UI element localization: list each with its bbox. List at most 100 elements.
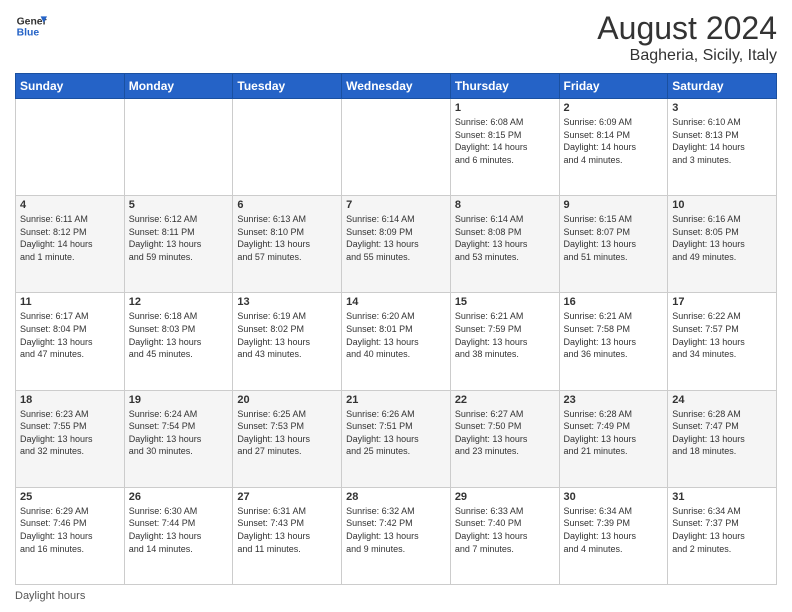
- calendar-cell: 29 Sunrise: 6:33 AM Sunset: 7:40 PM Dayli…: [450, 487, 559, 584]
- day-number: 22: [455, 394, 555, 406]
- day-info: Sunrise: 6:11 AM Sunset: 8:12 PM Dayligh…: [20, 213, 120, 263]
- calendar-cell: 25 Sunrise: 6:29 AM Sunset: 7:46 PM Dayli…: [16, 487, 125, 584]
- footer-note: Daylight hours: [15, 590, 777, 602]
- day-number: 24: [672, 394, 772, 406]
- day-info: Sunrise: 6:23 AM Sunset: 7:55 PM Dayligh…: [20, 408, 120, 458]
- day-info: Sunrise: 6:21 AM Sunset: 7:58 PM Dayligh…: [564, 310, 664, 360]
- logo-icon: General Blue: [15, 10, 47, 42]
- day-number: 8: [455, 199, 555, 211]
- calendar-cell: 3 Sunrise: 6:10 AM Sunset: 8:13 PM Daylig…: [668, 99, 777, 196]
- calendar-cell: 8 Sunrise: 6:14 AM Sunset: 8:08 PM Daylig…: [450, 196, 559, 293]
- day-info: Sunrise: 6:17 AM Sunset: 8:04 PM Dayligh…: [20, 310, 120, 360]
- calendar-cell: 15 Sunrise: 6:21 AM Sunset: 7:59 PM Dayli…: [450, 293, 559, 390]
- calendar-cell: 9 Sunrise: 6:15 AM Sunset: 8:07 PM Daylig…: [559, 196, 668, 293]
- day-number: 1: [455, 102, 555, 114]
- day-info: Sunrise: 6:31 AM Sunset: 7:43 PM Dayligh…: [237, 505, 337, 555]
- day-number: 27: [237, 491, 337, 503]
- calendar-cell: [342, 99, 451, 196]
- calendar-day-header: Wednesday: [342, 74, 451, 99]
- day-info: Sunrise: 6:30 AM Sunset: 7:44 PM Dayligh…: [129, 505, 229, 555]
- calendar-cell: [124, 99, 233, 196]
- day-number: 6: [237, 199, 337, 211]
- logo: General Blue: [15, 10, 47, 42]
- calendar-cell: 18 Sunrise: 6:23 AM Sunset: 7:55 PM Dayli…: [16, 390, 125, 487]
- page-subtitle: Bagheria, Sicily, Italy: [597, 47, 777, 65]
- day-info: Sunrise: 6:15 AM Sunset: 8:07 PM Dayligh…: [564, 213, 664, 263]
- calendar-cell: 21Sunrise: 6:26 AM Sunset: 7:51 PM Dayli…: [342, 390, 451, 487]
- title-block: August 2024 Bagheria, Sicily, Italy: [597, 10, 777, 65]
- page: General Blue August 2024 Bagheria, Sicil…: [0, 0, 792, 612]
- day-number: 5: [129, 199, 229, 211]
- calendar-day-header: Thursday: [450, 74, 559, 99]
- day-number: 7: [346, 199, 446, 211]
- day-info: Sunrise: 6:29 AM Sunset: 7:46 PM Dayligh…: [20, 505, 120, 555]
- day-number: 18: [20, 394, 120, 406]
- day-number: 28: [346, 491, 446, 503]
- calendar-cell: 1Sunrise: 6:08 AM Sunset: 8:15 PM Daylig…: [450, 99, 559, 196]
- day-number: 13: [237, 296, 337, 308]
- calendar-week-row: 11Sunrise: 6:17 AM Sunset: 8:04 PM Dayli…: [16, 293, 777, 390]
- day-info: Sunrise: 6:21 AM Sunset: 7:59 PM Dayligh…: [455, 310, 555, 360]
- day-info: Sunrise: 6:25 AM Sunset: 7:53 PM Dayligh…: [237, 408, 337, 458]
- calendar-header-row: SundayMondayTuesdayWednesdayThursdayFrid…: [16, 74, 777, 99]
- calendar-cell: 26 Sunrise: 6:30 AM Sunset: 7:44 PM Dayli…: [124, 487, 233, 584]
- calendar-cell: 16 Sunrise: 6:21 AM Sunset: 7:58 PM Dayli…: [559, 293, 668, 390]
- day-number: 12: [129, 296, 229, 308]
- day-info: Sunrise: 6:12 AM Sunset: 8:11 PM Dayligh…: [129, 213, 229, 263]
- day-info: Sunrise: 6:13 AM Sunset: 8:10 PM Dayligh…: [237, 213, 337, 263]
- day-number: 10: [672, 199, 772, 211]
- calendar-week-row: 1Sunrise: 6:08 AM Sunset: 8:15 PM Daylig…: [16, 99, 777, 196]
- day-info: Sunrise: 6:10 AM Sunset: 8:13 PM Dayligh…: [672, 116, 772, 166]
- svg-text:Blue: Blue: [17, 28, 40, 39]
- day-info: Sunrise: 6:32 AM Sunset: 7:42 PM Dayligh…: [346, 505, 446, 555]
- calendar-cell: 12 Sunrise: 6:18 AM Sunset: 8:03 PM Dayli…: [124, 293, 233, 390]
- day-info: Sunrise: 6:14 AM Sunset: 8:08 PM Dayligh…: [455, 213, 555, 263]
- day-number: 25: [20, 491, 120, 503]
- day-number: 30: [564, 491, 664, 503]
- day-info: Sunrise: 6:20 AM Sunset: 8:01 PM Dayligh…: [346, 310, 446, 360]
- day-number: 3: [672, 102, 772, 114]
- day-number: 4: [20, 199, 120, 211]
- day-info: Sunrise: 6:18 AM Sunset: 8:03 PM Dayligh…: [129, 310, 229, 360]
- calendar-cell: 14 Sunrise: 6:20 AM Sunset: 8:01 PM Dayli…: [342, 293, 451, 390]
- day-number: 14: [346, 296, 446, 308]
- day-number: 26: [129, 491, 229, 503]
- header: General Blue August 2024 Bagheria, Sicil…: [15, 10, 777, 65]
- day-info: Sunrise: 6:27 AM Sunset: 7:50 PM Dayligh…: [455, 408, 555, 458]
- calendar-day-header: Tuesday: [233, 74, 342, 99]
- day-info: Sunrise: 6:22 AM Sunset: 7:57 PM Dayligh…: [672, 310, 772, 360]
- day-number: 29: [455, 491, 555, 503]
- day-info: Sunrise: 6:16 AM Sunset: 8:05 PM Dayligh…: [672, 213, 772, 263]
- day-number: 31: [672, 491, 772, 503]
- calendar-cell: 30Sunrise: 6:34 AM Sunset: 7:39 PM Dayli…: [559, 487, 668, 584]
- day-info: Sunrise: 6:26 AM Sunset: 7:51 PM Dayligh…: [346, 408, 446, 458]
- calendar-cell: 24 Sunrise: 6:28 AM Sunset: 7:47 PM Dayli…: [668, 390, 777, 487]
- day-info: Sunrise: 6:28 AM Sunset: 7:47 PM Dayligh…: [672, 408, 772, 458]
- calendar-cell: 22 Sunrise: 6:27 AM Sunset: 7:50 PM Dayli…: [450, 390, 559, 487]
- calendar-week-row: 4 Sunrise: 6:11 AM Sunset: 8:12 PM Daylig…: [16, 196, 777, 293]
- calendar-cell: 11Sunrise: 6:17 AM Sunset: 8:04 PM Dayli…: [16, 293, 125, 390]
- day-info: Sunrise: 6:33 AM Sunset: 7:40 PM Dayligh…: [455, 505, 555, 555]
- day-number: 9: [564, 199, 664, 211]
- day-number: 16: [564, 296, 664, 308]
- calendar-cell: 23Sunrise: 6:28 AM Sunset: 7:49 PM Dayli…: [559, 390, 668, 487]
- calendar-cell: 10 Sunrise: 6:16 AM Sunset: 8:05 PM Dayli…: [668, 196, 777, 293]
- day-info: Sunrise: 6:24 AM Sunset: 7:54 PM Dayligh…: [129, 408, 229, 458]
- calendar-cell: [233, 99, 342, 196]
- calendar-cell: 13 Sunrise: 6:19 AM Sunset: 8:02 PM Dayli…: [233, 293, 342, 390]
- calendar-day-header: Saturday: [668, 74, 777, 99]
- calendar-week-row: 18 Sunrise: 6:23 AM Sunset: 7:55 PM Dayli…: [16, 390, 777, 487]
- day-number: 23: [564, 394, 664, 406]
- calendar-cell: 19Sunrise: 6:24 AM Sunset: 7:54 PM Dayli…: [124, 390, 233, 487]
- calendar-day-header: Sunday: [16, 74, 125, 99]
- calendar-week-row: 25 Sunrise: 6:29 AM Sunset: 7:46 PM Dayli…: [16, 487, 777, 584]
- day-number: 15: [455, 296, 555, 308]
- calendar-cell: [16, 99, 125, 196]
- day-number: 20: [237, 394, 337, 406]
- day-info: Sunrise: 6:19 AM Sunset: 8:02 PM Dayligh…: [237, 310, 337, 360]
- calendar-day-header: Friday: [559, 74, 668, 99]
- day-number: 17: [672, 296, 772, 308]
- calendar-table: SundayMondayTuesdayWednesdayThursdayFrid…: [15, 73, 777, 585]
- day-info: Sunrise: 6:34 AM Sunset: 7:37 PM Dayligh…: [672, 505, 772, 555]
- calendar-cell: 20 Sunrise: 6:25 AM Sunset: 7:53 PM Dayli…: [233, 390, 342, 487]
